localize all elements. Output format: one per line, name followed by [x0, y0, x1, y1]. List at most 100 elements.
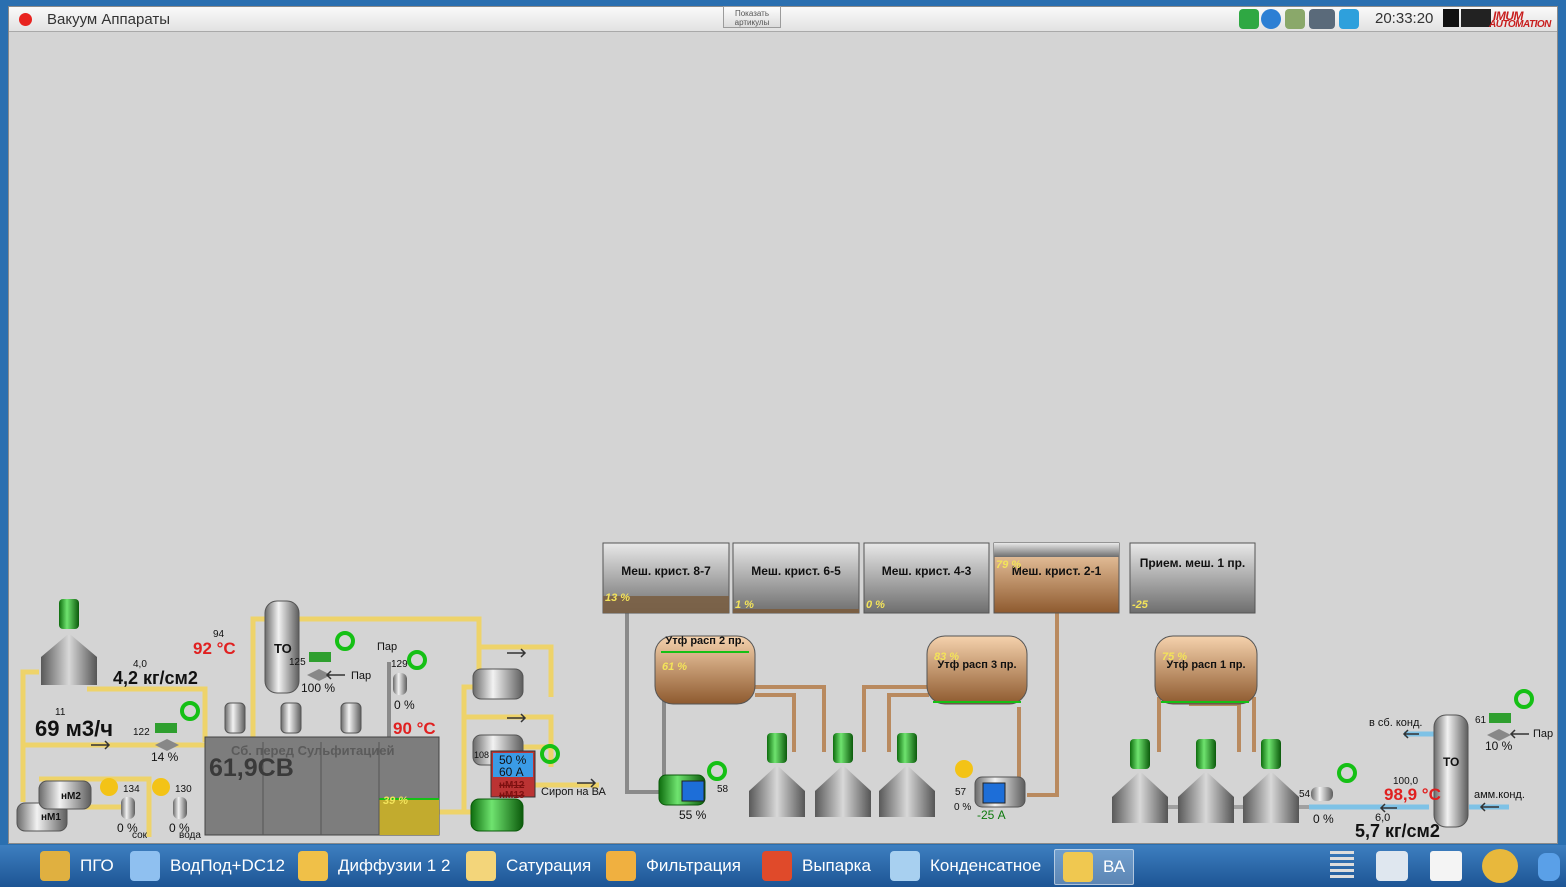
- pressure-value: 4,2 кг/см2: [113, 668, 198, 688]
- taskbar-item-condensate[interactable]: Конденсатное: [890, 849, 1041, 883]
- heat-exchanger-label: ТО: [1443, 755, 1460, 769]
- pump-current: -25 А: [977, 808, 1006, 822]
- pump-label: нМ2: [61, 791, 81, 802]
- valve-position: 14 %: [151, 750, 179, 764]
- valve-130-icon[interactable]: [173, 797, 187, 819]
- valve-position: 10 %: [1485, 739, 1513, 753]
- valve-54-icon[interactable]: [1311, 787, 1333, 801]
- valve-number: 130: [175, 784, 192, 795]
- diffusion-icon: [298, 851, 328, 881]
- trend-chart-icon[interactable]: [1430, 851, 1462, 881]
- valve-position: 100 %: [301, 681, 336, 695]
- pump-57[interactable]: [974, 776, 1026, 808]
- taskbar-item-saturation[interactable]: Сатурация: [466, 849, 591, 883]
- taskbar-item-evaporation[interactable]: Выпарка: [762, 849, 871, 883]
- manual-mode-icon[interactable]: [100, 778, 118, 796]
- valve-number: 134: [123, 784, 140, 795]
- utf-level: 75 %: [1162, 651, 1188, 663]
- tank-level: 0 %: [866, 599, 885, 611]
- agitator-right-2[interactable]: [1178, 739, 1234, 823]
- valve-number: 129: [391, 659, 408, 670]
- pump-current: 60 А: [499, 765, 524, 779]
- pump-number: 58: [717, 784, 729, 795]
- running-indicator-icon: [335, 631, 355, 651]
- valve-number: 125: [289, 657, 306, 668]
- steam-label: Пар: [1533, 728, 1554, 740]
- receiver-tank[interactable]: [1129, 542, 1256, 614]
- saturation-icon: [466, 851, 496, 881]
- taskbar: ПГО ВодПод+DC12 Диффузии 1 2 Сатурация Ф…: [0, 845, 1566, 887]
- pump-label: нМ13: [499, 790, 525, 801]
- pump-speed: 55 %: [679, 808, 707, 822]
- heat-exchanger-label: ТО: [274, 641, 292, 656]
- operator-icon[interactable]: [1482, 849, 1518, 883]
- syrup-label: Сироп на ВА: [541, 786, 606, 798]
- temp-value: 92 °C: [193, 639, 236, 658]
- flow-arrow-icon: [1509, 729, 1529, 739]
- pump-speed: 0 %: [954, 802, 972, 813]
- valve-61-icon[interactable]: [1487, 713, 1511, 741]
- pump-top-right[interactable]: [472, 668, 524, 700]
- valve-134-icon[interactable]: [121, 797, 135, 819]
- condensate-out-label: в сб. конд.: [1369, 717, 1423, 729]
- settings-icon[interactable]: [1376, 851, 1408, 881]
- vacuum-icon: [1063, 852, 1093, 882]
- agitator-left[interactable]: [41, 599, 97, 685]
- taskbar-item-pgo[interactable]: ПГО: [40, 849, 114, 883]
- running-indicator-icon: [707, 761, 727, 781]
- pump-58[interactable]: [658, 774, 706, 806]
- flow-arrow-icon: [1402, 729, 1419, 739]
- flow-arrow-icon: [507, 648, 527, 658]
- collector-level: 39 %: [383, 795, 409, 807]
- water-label: вода: [179, 830, 201, 841]
- taskbar-item-vodpod[interactable]: ВодПод+DC12: [130, 849, 285, 883]
- pgo-icon: [40, 851, 70, 881]
- juice-label: сок: [132, 830, 148, 841]
- water-prep-icon: [130, 851, 160, 881]
- manual-mode-icon[interactable]: [955, 760, 973, 778]
- utf-level: 61 %: [662, 661, 688, 673]
- flow-value: 69 м3/ч: [35, 716, 113, 741]
- flow-arrow-icon: [325, 670, 345, 680]
- app-window: Вакуум Аппараты Показать артикулы 20:33:…: [8, 6, 1558, 844]
- agitator-right-3[interactable]: [1243, 739, 1299, 823]
- flow-arrow-icon: [91, 740, 111, 750]
- running-indicator-icon: [180, 701, 200, 721]
- valve-125-icon[interactable]: [307, 652, 331, 681]
- pump-label: нМ1: [41, 812, 61, 823]
- taskbar-item-va[interactable]: ВА: [1054, 849, 1135, 885]
- valve-position: 0 %: [394, 698, 415, 712]
- valve-129-icon[interactable]: [393, 673, 407, 695]
- valve-number: 61: [1475, 715, 1487, 726]
- agitator-mid-1[interactable]: [749, 733, 805, 817]
- evaporation-icon: [762, 851, 792, 881]
- pump-number: 108: [474, 750, 490, 760]
- pump-nm13[interactable]: [470, 798, 524, 832]
- condensate-icon: [890, 851, 920, 881]
- temp-value: 98,9 °C: [1384, 785, 1441, 804]
- valve-number: 122: [133, 727, 150, 738]
- tank-title: Меш. крист. 4-3: [881, 564, 972, 578]
- steam-label-2: Пар: [377, 641, 398, 653]
- heat-exchanger-right[interactable]: [1433, 714, 1469, 828]
- filtration-icon: [606, 851, 636, 881]
- tank-title: Меш. крист. 6-5: [751, 564, 841, 578]
- menu-icon[interactable]: [1330, 851, 1354, 881]
- taskbar-item-filtration[interactable]: Фильтрация: [606, 849, 741, 883]
- collector-drums: [224, 702, 362, 734]
- tank-title: Прием. меш. 1 пр.: [1139, 556, 1246, 570]
- pump-number: 57: [955, 787, 967, 798]
- tank-title: Меш. крист. 8-7: [621, 564, 711, 578]
- collector-value: 61,9СВ: [209, 754, 294, 782]
- utf-level: 83 %: [934, 651, 960, 663]
- steam-label: Пар: [351, 670, 372, 682]
- mixer-tank-4[interactable]: [993, 542, 1120, 614]
- tank-level: -25: [1132, 599, 1148, 611]
- taskbar-item-diffusion[interactable]: Диффузии 1 2: [298, 849, 450, 883]
- valve-122-icon[interactable]: [155, 723, 179, 751]
- utf-title: Утф расп 2 пр.: [665, 635, 745, 647]
- running-indicator-icon: [1514, 689, 1534, 709]
- hand-cursor-icon[interactable]: [1538, 853, 1560, 881]
- manual-mode-icon[interactable]: [152, 778, 170, 796]
- running-indicator-icon: [1337, 763, 1357, 783]
